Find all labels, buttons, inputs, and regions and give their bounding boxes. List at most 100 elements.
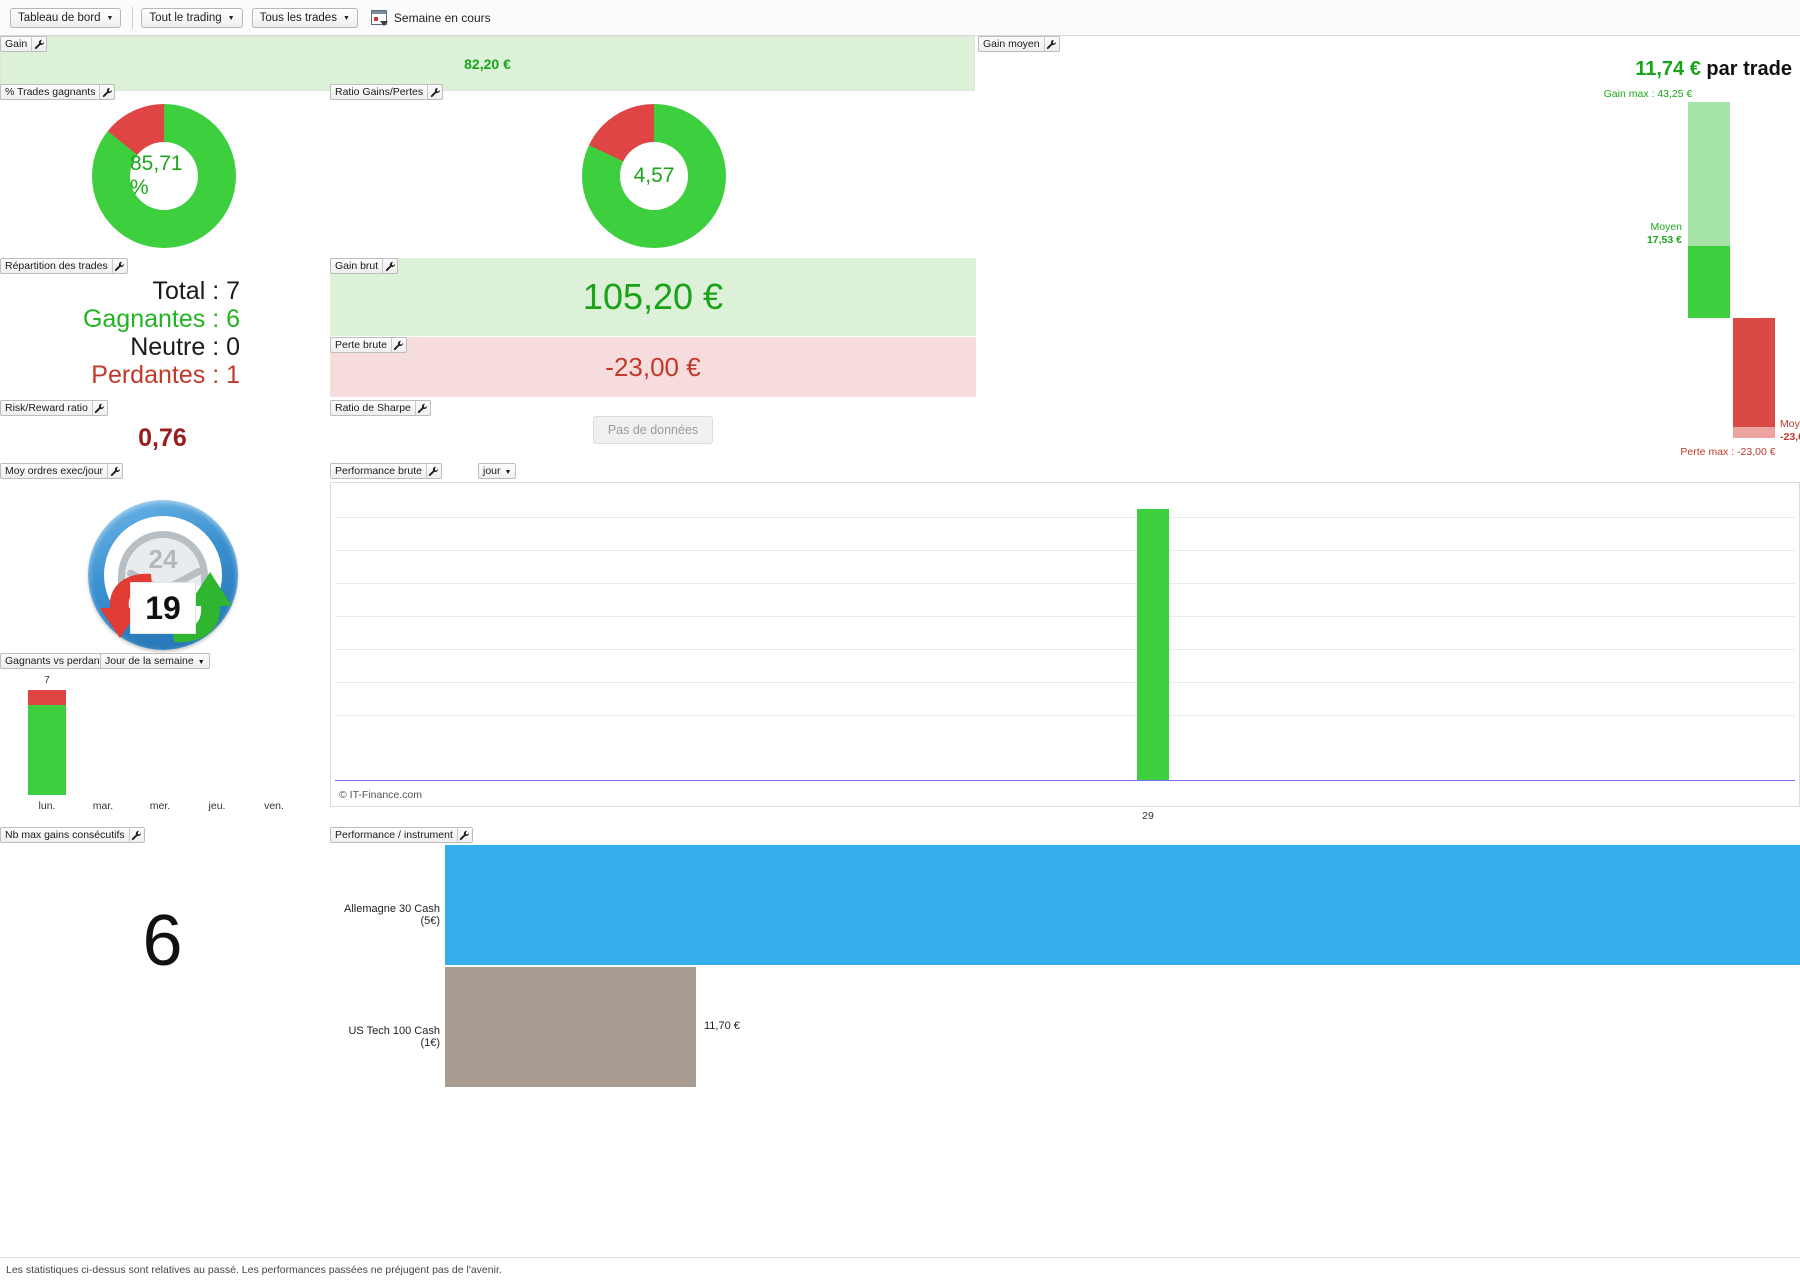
performance-x-tick: 29 <box>1142 810 1154 822</box>
sharpe-empty-label: Pas de données <box>593 416 713 444</box>
grid-line <box>335 517 1795 518</box>
widget-title-gain-label: Gain <box>1 37 31 51</box>
chevron-down-icon: ▼ <box>106 15 113 22</box>
chart-credit: © IT-Finance.com <box>339 789 422 801</box>
chevron-down-icon: ▼ <box>343 15 350 22</box>
wrench-icon[interactable] <box>129 828 144 842</box>
dashboard-dropdown[interactable]: Tableau de bord ▼ <box>10 8 121 28</box>
trading-scope-label: Tout le trading <box>149 12 221 24</box>
gross-gain-value: 105,20 € <box>583 276 723 318</box>
toolbar-divider <box>132 7 133 29</box>
widget-title-win-pct-label: % Trades gagnants <box>1 85 99 99</box>
instrument-label-0: Allemagne 30 Cash (5€) <box>330 903 440 927</box>
gain-loss-ratio-value: 4,57 <box>634 164 675 188</box>
avg-gain-value: 11,74 € <box>1635 58 1701 80</box>
bar-max-loss <box>1733 427 1775 438</box>
widget-title-repartition[interactable]: Répartition des trades <box>0 258 128 274</box>
dashboard-dropdown-label: Tableau de bord <box>18 12 100 24</box>
weekday-tick-lun: lun. <box>39 800 56 812</box>
wrench-icon[interactable] <box>31 37 46 51</box>
widget-title-gross-gain-label: Gain brut <box>331 259 382 273</box>
wrench-icon-svg <box>34 39 45 50</box>
grid-line <box>335 550 1795 551</box>
widget-title-gross-loss[interactable]: Perte brute <box>330 337 407 353</box>
bar-max-gain <box>1688 102 1730 246</box>
gross-loss-panel: -23,00 € <box>330 337 976 397</box>
avg-gain-suffix: par trade <box>1701 58 1792 80</box>
wrench-icon-svg <box>393 340 404 351</box>
weekday-loss-segment <box>28 690 66 705</box>
widget-title-gain[interactable]: Gain <box>0 36 47 52</box>
wrench-icon[interactable] <box>112 259 127 273</box>
widget-title-gross-gain[interactable]: Gain brut <box>330 258 398 274</box>
chevron-down-icon: ▼ <box>228 15 235 22</box>
trading-scope-dropdown[interactable]: Tout le trading ▼ <box>141 8 242 28</box>
wrench-icon-svg <box>94 403 105 414</box>
wrench-icon[interactable] <box>391 338 406 352</box>
widget-title-instrument-performance[interactable]: Performance / instrument <box>330 827 473 843</box>
max-gain-label: Gain max : 43,25 € <box>1604 88 1693 100</box>
widget-title-avg-gain-label: Gain moyen <box>979 37 1044 51</box>
widget-title-winners-losers-label: Gagnants vs perdants <box>1 654 112 668</box>
wrench-icon[interactable] <box>107 464 122 478</box>
wrench-icon[interactable] <box>92 401 107 415</box>
winning-trades: Gagnantes : 6 <box>0 306 240 332</box>
wrench-icon-svg <box>428 466 439 477</box>
wrench-icon[interactable] <box>415 401 430 415</box>
widget-title-sharpe[interactable]: Ratio de Sharpe <box>330 400 431 416</box>
calendar-icon <box>371 10 387 25</box>
widget-title-gross-performance-label: Performance brute <box>331 464 426 478</box>
performance-bar <box>1137 509 1169 780</box>
instrument-bar-0 <box>445 845 1800 965</box>
instrument-bar-1 <box>445 967 696 1087</box>
widget-title-max-consecutive-label: Nb max gains consécutifs <box>1 828 129 842</box>
wrench-icon[interactable] <box>99 85 114 99</box>
widget-title-gross-performance[interactable]: Performance brute <box>330 463 442 479</box>
gain-loss-ratio-donut: 4,57 <box>582 104 726 248</box>
gross-loss-value: -23,00 € <box>605 352 700 383</box>
win-percentage-donut: 85,71 % <box>92 104 236 248</box>
grid-line <box>335 583 1795 584</box>
trade-distribution: Total : 7 Gagnantes : 6 Neutre : 0 Perda… <box>0 278 240 390</box>
winners-losers-grouping-dropdown[interactable]: Jour de la semaine ▼ <box>100 653 210 669</box>
weekday-axis: lun. mar. mer. jeu. ven. <box>0 800 330 816</box>
wrench-icon[interactable] <box>427 85 442 99</box>
orders-per-day-gauge: 24 19 <box>88 500 238 650</box>
gross-performance-period-dropdown[interactable]: jour ▼ <box>478 463 516 479</box>
wrench-icon-svg <box>102 87 113 98</box>
top-toolbar: Tableau de bord ▼ Tout le trading ▼ Tous… <box>0 0 1800 36</box>
widget-title-win-pct[interactable]: % Trades gagnants <box>0 84 115 100</box>
wrench-icon[interactable] <box>457 828 472 842</box>
grid-line <box>335 715 1795 716</box>
wrench-icon[interactable] <box>382 259 397 273</box>
bar-mean-gain <box>1688 246 1730 318</box>
period-selector[interactable]: Semaine en cours <box>371 10 491 25</box>
widget-title-max-consecutive[interactable]: Nb max gains consécutifs <box>0 827 145 843</box>
trades-filter-dropdown[interactable]: Tous les trades ▼ <box>252 8 358 28</box>
widget-title-instrument-performance-label: Performance / instrument <box>331 828 457 842</box>
zero-baseline <box>335 780 1795 781</box>
wrench-icon[interactable] <box>1044 37 1059 51</box>
widget-title-ratio-label: Ratio Gains/Pertes <box>331 85 427 99</box>
wrench-icon-svg <box>1046 39 1057 50</box>
widget-title-risk-reward[interactable]: Risk/Reward ratio <box>0 400 108 416</box>
widget-title-avg-gain[interactable]: Gain moyen <box>978 36 1060 52</box>
weekday-tick-ven: ven. <box>264 800 284 812</box>
wrench-icon-svg <box>417 403 428 414</box>
widget-title-ratio[interactable]: Ratio Gains/Pertes <box>330 84 443 100</box>
weekday-tick-mar: mar. <box>93 800 113 812</box>
widget-title-gross-loss-label: Perte brute <box>331 338 391 352</box>
instrument-performance-chart: Allemagne 30 Cash (5€) US Tech 100 Cash … <box>330 845 1800 1085</box>
max-consecutive-value: 6 <box>0 900 325 982</box>
trades-filter-label: Tous les trades <box>260 12 337 24</box>
wrench-icon[interactable] <box>426 464 441 478</box>
footer-disclaimer-text: Les statistiques ci-dessus sont relative… <box>6 1264 502 1276</box>
grid-line <box>335 682 1795 683</box>
weekday-tick-mer: mer. <box>150 800 170 812</box>
orders-per-day-value: 19 <box>130 582 196 634</box>
weekday-win-segment <box>28 705 66 795</box>
widget-title-orders-per-day[interactable]: Moy ordres exec/jour <box>0 463 123 479</box>
chevron-down-icon: ▼ <box>198 659 205 666</box>
gain-value: 82,20 € <box>464 56 511 72</box>
weekday-column-lun: 7 <box>28 690 66 795</box>
